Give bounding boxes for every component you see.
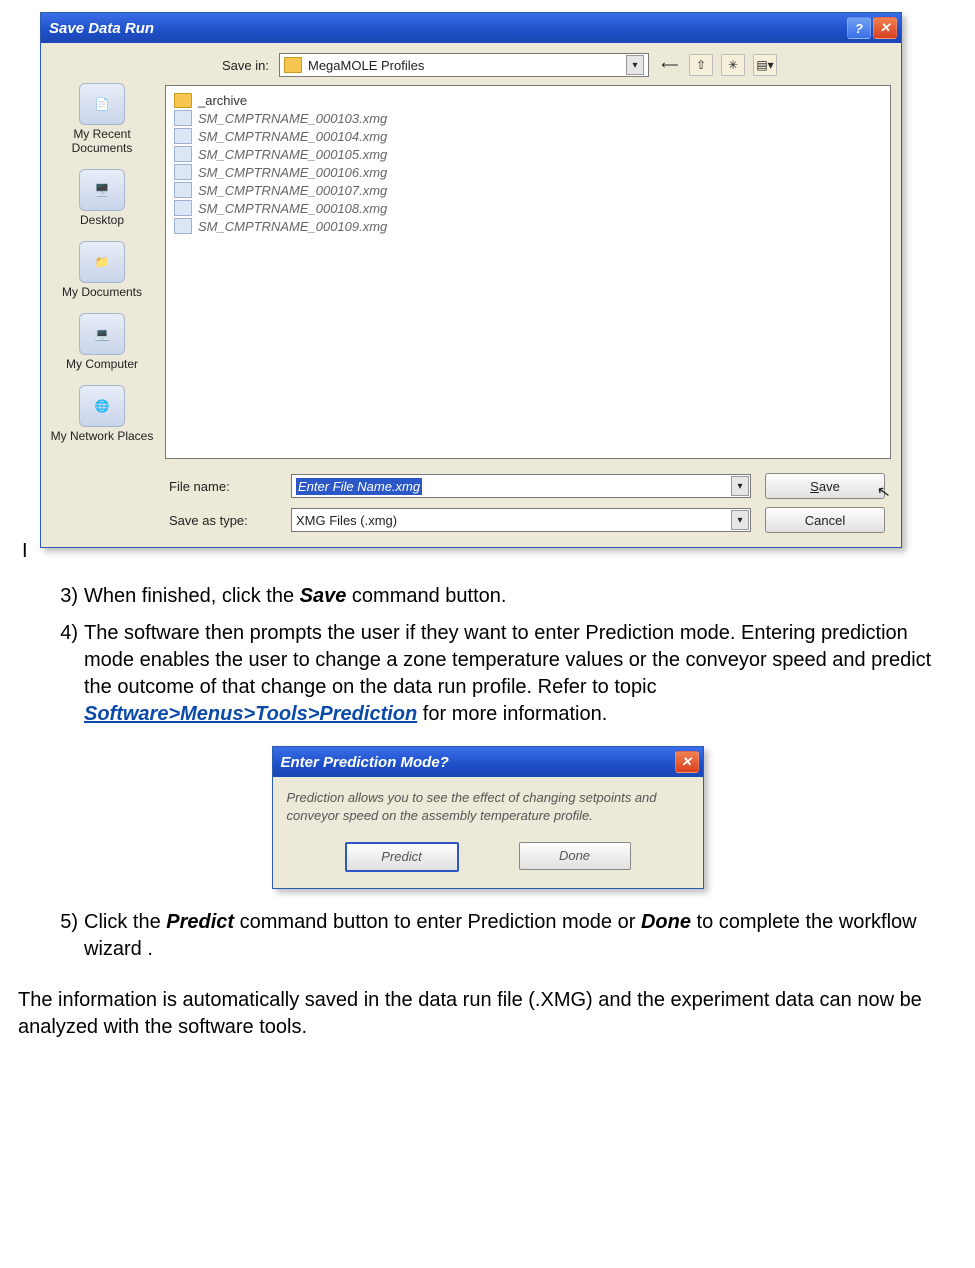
step-text: for more information. — [417, 703, 607, 725]
chevron-down-icon[interactable]: ▾ — [731, 476, 749, 496]
step-text: When finished, click the — [84, 585, 300, 607]
file-icon — [174, 164, 192, 180]
folder-icon — [284, 57, 302, 73]
file-name: SM_CMPTRNAME_000104.xmg — [198, 129, 387, 144]
places-bar: 📄 My Recent Documents 🖥️ Desktop 📁 My Do… — [47, 49, 157, 537]
network-places-icon: 🌐 — [79, 385, 125, 427]
save-button[interactable]: Save ↖ — [765, 473, 885, 499]
up-one-level-icon[interactable]: ⇧ — [689, 54, 713, 76]
help-icon[interactable]: ? — [847, 17, 871, 39]
step-text: command button to enter Prediction mode … — [234, 911, 641, 933]
cancel-button[interactable]: Cancel — [765, 507, 885, 533]
list-item[interactable]: SM_CMPTRNAME_000107.xmg — [174, 181, 882, 199]
list-item[interactable]: SM_CMPTRNAME_000109.xmg — [174, 217, 882, 235]
my-computer-icon: 💻 — [79, 313, 125, 355]
cursor-icon: ↖ — [875, 481, 892, 503]
list-item[interactable]: SM_CMPTRNAME_000108.xmg — [174, 199, 882, 217]
done-button[interactable]: Done — [519, 842, 631, 870]
dialog-titlebar[interactable]: Save Data Run ? ✕ — [41, 13, 901, 43]
place-recent[interactable]: 📄 My Recent Documents — [47, 79, 157, 163]
list-item[interactable]: SM_CMPTRNAME_000103.xmg — [174, 109, 882, 127]
file-name: SM_CMPTRNAME_000106.xmg — [198, 165, 387, 180]
my-documents-icon: 📁 — [79, 241, 125, 283]
file-icon — [174, 110, 192, 126]
file-icon — [174, 128, 192, 144]
step-text: command button. — [346, 585, 506, 607]
place-network[interactable]: 🌐 My Network Places — [47, 381, 157, 451]
place-desktop[interactable]: 🖥️ Desktop — [47, 165, 157, 235]
file-list[interactable]: _archive SM_CMPTRNAME_000103.xmg SM_CMPT… — [165, 85, 891, 459]
list-item[interactable]: _archive — [174, 92, 882, 109]
file-name-value: Enter File Name.xmg — [296, 478, 422, 495]
closing-paragraph: The information is automatically saved i… — [18, 987, 957, 1041]
save-in-combo[interactable]: MegaMOLE Profiles ▾ — [279, 53, 649, 77]
file-name: SM_CMPTRNAME_000105.xmg — [198, 147, 387, 162]
place-label: Desktop — [47, 213, 157, 227]
step-4: 4) The software then prompts the user if… — [50, 620, 953, 728]
save-as-type-label: Save as type: — [165, 513, 277, 528]
back-icon[interactable]: ⟵ — [659, 55, 681, 75]
recent-documents-icon: 📄 — [79, 83, 125, 125]
close-icon[interactable]: ✕ — [873, 17, 897, 39]
place-label: My Recent Documents — [47, 127, 157, 155]
place-mydocs[interactable]: 📁 My Documents — [47, 237, 157, 307]
list-item[interactable]: SM_CMPTRNAME_000104.xmg — [174, 127, 882, 145]
chevron-down-icon[interactable]: ▾ — [626, 55, 644, 75]
file-name: SM_CMPTRNAME_000109.xmg — [198, 219, 387, 234]
nav-toolbar: ⟵ ⇧ ✳ ▤▾ — [659, 54, 777, 76]
views-icon[interactable]: ▤▾ — [753, 54, 777, 76]
place-mycomputer[interactable]: 💻 My Computer — [47, 309, 157, 379]
folder-icon — [174, 93, 192, 108]
dialog-title: Enter Prediction Mode? — [281, 754, 449, 771]
file-name: SM_CMPTRNAME_000108.xmg — [198, 201, 387, 216]
enter-prediction-dialog: Enter Prediction Mode? ✕ Prediction allo… — [272, 746, 704, 889]
place-label: My Documents — [47, 285, 157, 299]
step-5: 5) Click the Predict command button to e… — [50, 909, 953, 963]
step-text: The software then prompts the user if th… — [84, 622, 931, 698]
place-label: My Network Places — [47, 429, 157, 443]
dialog-titlebar[interactable]: Enter Prediction Mode? ✕ — [273, 747, 703, 777]
bold-term: Done — [641, 911, 691, 933]
file-name: SM_CMPTRNAME_000107.xmg — [198, 183, 387, 198]
bold-term: Save — [300, 585, 347, 607]
list-item[interactable]: SM_CMPTRNAME_000106.xmg — [174, 163, 882, 181]
save-button-rest: ave — [819, 479, 840, 494]
file-icon — [174, 218, 192, 234]
file-icon — [174, 200, 192, 216]
file-name: _archive — [198, 93, 247, 108]
desktop-icon: 🖥️ — [79, 169, 125, 211]
file-name-label: File name: — [165, 479, 277, 494]
file-name-input[interactable]: Enter File Name.xmg ▾ — [291, 474, 751, 498]
save-in-label: Save in: — [183, 58, 269, 73]
file-name: SM_CMPTRNAME_000103.xmg — [198, 111, 387, 126]
dialog-title: Save Data Run — [49, 20, 154, 37]
file-icon — [174, 146, 192, 162]
step-text: Click the — [84, 911, 166, 933]
close-icon[interactable]: ✕ — [675, 751, 699, 773]
save-as-type-combo[interactable]: XMG Files (.xmg) ▾ — [291, 508, 751, 532]
list-item[interactable]: SM_CMPTRNAME_000105.xmg — [174, 145, 882, 163]
save-as-type-value: XMG Files (.xmg) — [296, 513, 397, 528]
new-folder-icon[interactable]: ✳ — [721, 54, 745, 76]
prediction-dialog-body: Prediction allows you to see the effect … — [287, 789, 689, 824]
instruction-list: 3) When finished, click the Save command… — [12, 583, 963, 728]
predict-button[interactable]: Predict — [345, 842, 459, 872]
bold-term: Predict — [166, 911, 234, 933]
file-icon — [174, 182, 192, 198]
instruction-list-cont: 5) Click the Predict command button to e… — [12, 909, 963, 963]
prediction-topic-link[interactable]: Software>Menus>Tools>Prediction — [84, 703, 417, 725]
save-in-value: MegaMOLE Profiles — [308, 58, 424, 73]
save-data-run-dialog: Save Data Run ? ✕ 📄 My Recent Documents … — [40, 12, 902, 548]
step-3: 3) When finished, click the Save command… — [50, 583, 953, 610]
place-label: My Computer — [47, 357, 157, 371]
chevron-down-icon[interactable]: ▾ — [731, 510, 749, 530]
stray-char: I — [22, 540, 963, 563]
